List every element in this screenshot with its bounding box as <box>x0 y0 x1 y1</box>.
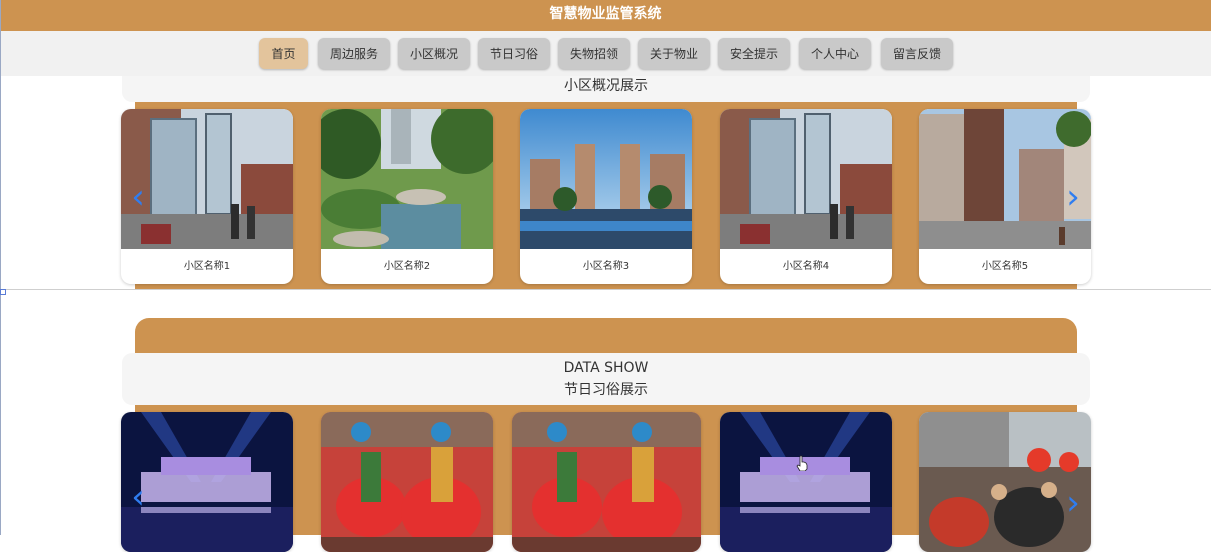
festival-subtitle: DATA SHOW <box>563 360 649 376</box>
window-edge <box>0 0 1 535</box>
community-card[interactable]: 小区名称3 <box>520 109 692 284</box>
building-elevator-photo <box>720 109 892 249</box>
festival-title: 节日习俗展示 <box>564 382 648 398</box>
nav-feedback[interactable]: 留言反馈 <box>881 38 953 69</box>
community-card[interactable]: 小区名称4 <box>720 109 892 284</box>
community-card[interactable]: 小区名称2 <box>321 109 493 284</box>
card-caption: 小区名称2 <box>383 261 431 272</box>
nav-festival-customs[interactable]: 节日习俗 <box>478 38 550 69</box>
nav-home[interactable]: 首页 <box>259 38 308 69</box>
community-title: 小区概况展示 <box>564 78 648 94</box>
nav-personal-center[interactable]: 个人中心 <box>799 38 871 69</box>
nav-about-property[interactable]: 关于物业 <box>638 38 710 69</box>
garden-pond-photo <box>321 109 493 249</box>
card-caption: 小区名称1 <box>183 261 231 272</box>
card-caption: 小区名称4 <box>782 261 830 272</box>
section-divider <box>0 289 1211 290</box>
parade-photo <box>919 412 1091 552</box>
festival-card[interactable] <box>321 412 493 552</box>
nav-nearby-services[interactable]: 周边服务 <box>318 38 390 69</box>
festival-card[interactable] <box>919 412 1091 552</box>
nav-community-overview[interactable]: 小区概况 <box>398 38 470 69</box>
festival-title-panel: DATA SHOW 节日习俗展示 <box>122 353 1090 405</box>
night-lanterns-photo <box>720 412 892 552</box>
folk-dance-photo <box>321 412 493 552</box>
chevron-left-icon[interactable]: ‹ <box>128 479 148 515</box>
community-section: 小区概况展示 小区名称1 小区名称2 小区名称3 小区名称4 小区名称5 ‹ › <box>0 76 1211 290</box>
chevron-left-icon[interactable]: ‹ <box>128 179 148 215</box>
site-title: 智慧物业监管系统 <box>0 0 1211 31</box>
festival-card[interactable] <box>720 412 892 552</box>
nav-lost-found[interactable]: 失物招领 <box>558 38 630 69</box>
main-nav: 首页 周边服务 小区概况 节日习俗 失物招领 关于物业 安全提示 个人中心 留言… <box>0 31 1211 76</box>
festival-card[interactable] <box>512 412 701 552</box>
card-caption: 小区名称3 <box>582 261 630 272</box>
chevron-right-icon[interactable]: › <box>1063 179 1083 215</box>
card-caption: 小区名称5 <box>981 261 1029 272</box>
resize-handle[interactable] <box>0 289 6 295</box>
chevron-right-icon[interactable]: › <box>1063 485 1083 521</box>
community-title-panel: 小区概况展示 <box>122 76 1090 102</box>
nav-safety-tips[interactable]: 安全提示 <box>718 38 790 69</box>
towers-pool-photo <box>520 109 692 249</box>
hand-cursor-icon <box>796 455 808 471</box>
folk-dance-photo <box>512 412 701 552</box>
